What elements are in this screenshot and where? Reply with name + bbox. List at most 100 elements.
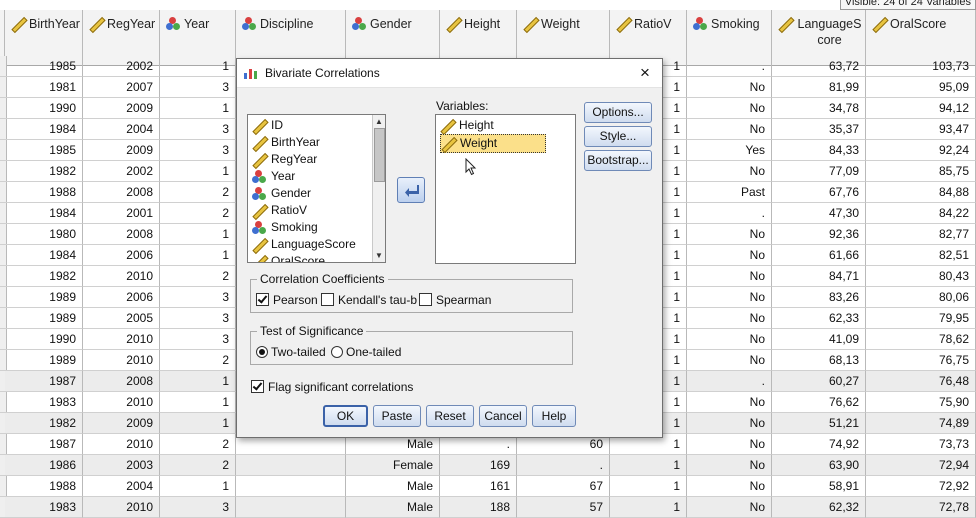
table-cell-oralscore[interactable]: 72,78 [866, 497, 976, 518]
table-cell-languagescore[interactable]: 35,37 [772, 119, 866, 140]
table-cell-smoking[interactable]: No [687, 98, 772, 119]
kendall-check-icon[interactable] [321, 293, 334, 306]
table-cell-languagescore[interactable]: 62,33 [772, 308, 866, 329]
table-cell-regyear[interactable]: 2009 [83, 140, 160, 161]
table-cell-weight[interactable]: 67 [517, 476, 610, 497]
spearman-checkbox[interactable]: Spearman [419, 293, 491, 307]
cancel-button[interactable]: Cancel [479, 405, 527, 427]
table-cell-birthyear[interactable]: 1987 [5, 371, 83, 392]
table-cell-birthyear[interactable]: 1985 [5, 56, 83, 77]
table-cell-languagescore[interactable]: 34,78 [772, 98, 866, 119]
table-cell-smoking[interactable]: No [687, 350, 772, 371]
table-cell-languagescore[interactable]: 62,32 [772, 497, 866, 518]
table-cell-languagescore[interactable]: 84,33 [772, 140, 866, 161]
table-cell-year[interactable]: 1 [160, 476, 236, 497]
table-cell-smoking[interactable]: No [687, 476, 772, 497]
table-cell-year[interactable]: 3 [160, 77, 236, 98]
table-cell-year[interactable]: 3 [160, 119, 236, 140]
table-cell-languagescore[interactable]: 63,90 [772, 455, 866, 476]
one-tailed-radio[interactable]: One-tailed [331, 345, 401, 359]
table-cell-ratiov[interactable]: 1 [610, 455, 687, 476]
table-cell-languagescore[interactable]: 83,26 [772, 287, 866, 308]
table-cell-regyear[interactable]: 2003 [83, 455, 160, 476]
table-cell-year[interactable]: 2 [160, 203, 236, 224]
table-cell-regyear[interactable]: 2002 [83, 161, 160, 182]
table-cell-year[interactable]: 3 [160, 329, 236, 350]
table-cell-birthyear[interactable]: 1983 [5, 497, 83, 518]
table-cell-birthyear[interactable]: 1989 [5, 287, 83, 308]
table-cell-smoking[interactable]: No [687, 497, 772, 518]
table-cell-oralscore[interactable]: 73,73 [866, 434, 976, 455]
table-cell-year[interactable]: 1 [160, 56, 236, 77]
table-cell-ratiov[interactable]: 1 [610, 497, 687, 518]
help-button[interactable]: Help [532, 405, 576, 427]
source-list-scrollbar[interactable]: ▲ ▼ [372, 115, 385, 262]
variables-list-item[interactable]: Height [440, 117, 494, 134]
source-list-item[interactable]: OralScore [252, 253, 325, 262]
table-cell-year[interactable]: 3 [160, 497, 236, 518]
table-cell-gender[interactable]: Male [346, 497, 440, 518]
table-cell-smoking[interactable]: No [687, 392, 772, 413]
table-cell-regyear[interactable]: 2005 [83, 308, 160, 329]
table-cell-birthyear[interactable]: 1988 [5, 476, 83, 497]
table-cell-languagescore[interactable]: 77,09 [772, 161, 866, 182]
table-cell-smoking[interactable]: No [687, 266, 772, 287]
table-cell-languagescore[interactable]: 92,36 [772, 224, 866, 245]
table-cell-smoking[interactable]: No [687, 455, 772, 476]
table-cell-year[interactable]: 3 [160, 308, 236, 329]
table-cell-smoking[interactable]: Past [687, 182, 772, 203]
table-cell-regyear[interactable]: 2006 [83, 245, 160, 266]
variables-list-item[interactable]: Weight [440, 134, 547, 153]
table-cell-smoking[interactable]: Yes [687, 140, 772, 161]
table-cell-smoking[interactable]: No [687, 161, 772, 182]
table-cell-languagescore[interactable]: 58,91 [772, 476, 866, 497]
table-cell-regyear[interactable]: 2010 [83, 266, 160, 287]
table-cell-birthyear[interactable]: 1989 [5, 350, 83, 371]
table-cell-weight[interactable]: . [517, 455, 610, 476]
table-cell-smoking[interactable]: No [687, 413, 772, 434]
move-variable-button[interactable] [397, 177, 425, 203]
table-cell-oralscore[interactable]: 93,47 [866, 119, 976, 140]
table-cell-ratiov[interactable]: 1 [610, 476, 687, 497]
table-cell-regyear[interactable]: 2008 [83, 182, 160, 203]
table-cell-smoking[interactable]: . [687, 203, 772, 224]
table-cell-smoking[interactable]: No [687, 245, 772, 266]
flag-significant-checkbox[interactable]: Flag significant correlations [251, 380, 413, 394]
table-cell-smoking[interactable]: No [687, 119, 772, 140]
pearson-check-icon[interactable] [256, 293, 269, 306]
paste-button[interactable]: Paste [373, 405, 421, 427]
table-cell-birthyear[interactable]: 1982 [5, 266, 83, 287]
table-cell-oralscore[interactable]: 85,75 [866, 161, 976, 182]
table-cell-regyear[interactable]: 2009 [83, 98, 160, 119]
table-cell-regyear[interactable]: 2008 [83, 371, 160, 392]
table-cell-gender[interactable]: Female [346, 455, 440, 476]
table-cell-year[interactable]: 1 [160, 413, 236, 434]
table-cell-regyear[interactable]: 2004 [83, 119, 160, 140]
table-cell-oralscore[interactable]: 103,73 [866, 56, 976, 77]
table-cell-oralscore[interactable]: 80,43 [866, 266, 976, 287]
table-cell-year[interactable]: 1 [160, 392, 236, 413]
table-cell-birthyear[interactable]: 1986 [5, 455, 83, 476]
source-list-item[interactable]: Smoking [252, 219, 318, 236]
table-cell-smoking[interactable]: . [687, 371, 772, 392]
table-cell-languagescore[interactable]: 47,30 [772, 203, 866, 224]
table-cell-oralscore[interactable]: 84,22 [866, 203, 976, 224]
table-cell-languagescore[interactable]: 51,21 [772, 413, 866, 434]
spearman-check-icon[interactable] [419, 293, 432, 306]
table-cell-year[interactable]: 1 [160, 245, 236, 266]
table-cell-smoking[interactable]: No [687, 77, 772, 98]
bootstrap-button[interactable]: Bootstrap... [584, 150, 652, 171]
source-list-item[interactable]: LanguageScore [252, 236, 356, 253]
scroll-up-icon[interactable]: ▲ [374, 116, 384, 127]
table-cell-regyear[interactable]: 2010 [83, 392, 160, 413]
source-list-item[interactable]: Gender [252, 185, 311, 202]
table-cell-smoking[interactable]: . [687, 56, 772, 77]
table-cell-birthyear[interactable]: 1982 [5, 161, 83, 182]
table-cell-year[interactable]: 3 [160, 287, 236, 308]
source-list-item[interactable]: RegYear [252, 151, 317, 168]
source-variable-list[interactable]: ID BirthYear RegYear Year Gender RatioV Smokin… [247, 114, 386, 263]
table-cell-oralscore[interactable]: 72,92 [866, 476, 976, 497]
table-cell-oralscore[interactable]: 82,51 [866, 245, 976, 266]
ok-button[interactable]: OK [323, 405, 368, 427]
scroll-thumb[interactable] [374, 128, 385, 182]
